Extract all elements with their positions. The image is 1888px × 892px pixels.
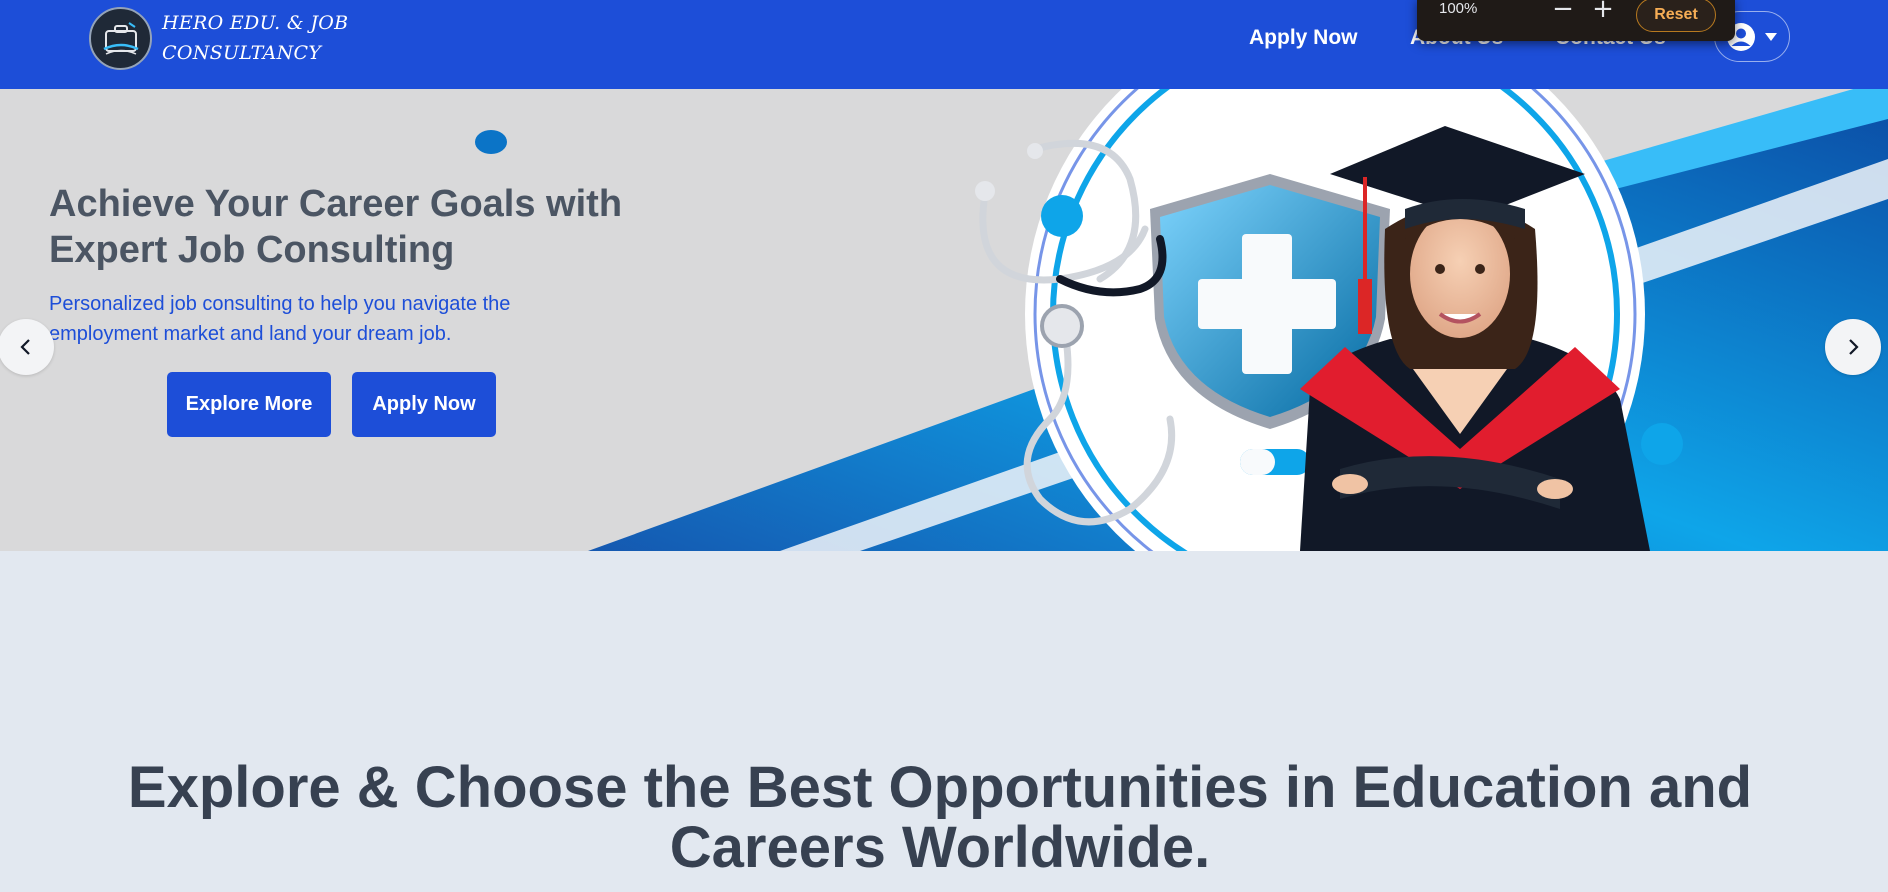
decor-dot bbox=[475, 130, 507, 154]
hero-carousel: Achieve Your Career Goals with Expert Jo… bbox=[0, 89, 1888, 551]
brand-logo[interactable] bbox=[89, 7, 152, 70]
briefcase-logo-icon bbox=[102, 21, 139, 55]
carousel-prev-button[interactable] bbox=[0, 319, 54, 375]
zoom-out-button[interactable]: − bbox=[1548, 0, 1578, 24]
zoom-reset-button[interactable]: Reset bbox=[1636, 0, 1716, 32]
brand-name[interactable]: HERO EDU. & JOB CONSULTANCY bbox=[162, 8, 348, 68]
hero-apply-now-button[interactable]: Apply Now bbox=[352, 372, 496, 437]
caret-down-icon bbox=[1765, 32, 1777, 41]
hero-title: Achieve Your Career Goals with Expert Jo… bbox=[49, 183, 623, 271]
chevron-left-icon bbox=[20, 339, 30, 355]
carousel-next-button[interactable] bbox=[1825, 319, 1881, 375]
zoom-in-button[interactable]: + bbox=[1588, 0, 1618, 24]
zoom-level: 100% bbox=[1439, 0, 1478, 17]
nav-apply-now[interactable]: Apply Now bbox=[1249, 26, 1358, 50]
hero-subtitle: Personalized job consulting to help you … bbox=[49, 293, 511, 345]
explore-more-button[interactable]: Explore More bbox=[167, 372, 331, 437]
section-title: Explore & Choose the Best Opportunities … bbox=[127, 755, 1753, 880]
brand-name-line2: CONSULTANCY bbox=[162, 42, 322, 64]
brand-name-line1: HERO EDU. & JOB bbox=[162, 12, 349, 34]
chevron-right-icon bbox=[1849, 339, 1859, 355]
